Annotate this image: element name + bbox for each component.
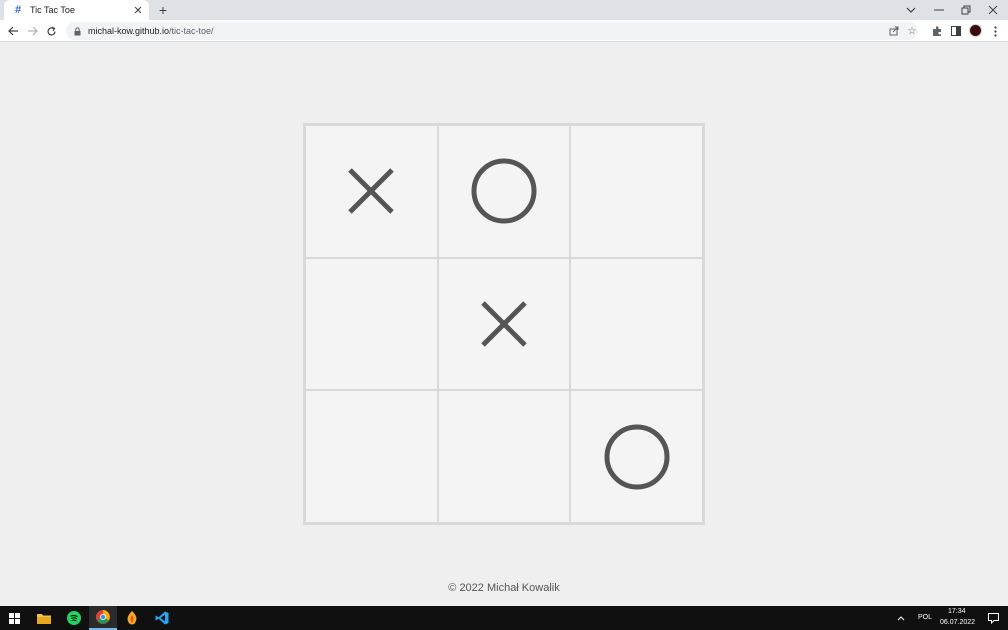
url-path: /tic-tac-toe/ <box>169 26 214 36</box>
o-mark-icon <box>471 158 537 224</box>
vscode-icon[interactable] <box>148 606 176 630</box>
url-text: michal-kow.github.io/tic-tac-toe/ <box>88 26 214 36</box>
back-arrow-icon[interactable] <box>4 22 22 40</box>
bookmark-star-icon[interactable]: ☆ <box>906 25 918 37</box>
spotify-icon[interactable] <box>60 606 88 630</box>
browser-tab[interactable]: # Tic Tac Toe ✕ <box>4 0 149 20</box>
windows-taskbar: POL 17:34 06.07.2022 <box>0 606 1008 630</box>
language-indicator[interactable]: POL <box>918 614 932 621</box>
forward-arrow-icon[interactable] <box>23 22 41 40</box>
x-mark-icon <box>348 168 395 215</box>
copyright-footer: © 2022 Michał Kowalik <box>448 582 560 594</box>
board-cell[interactable] <box>571 126 702 257</box>
fl-studio-icon[interactable] <box>118 606 146 630</box>
tray-chevron-up-icon[interactable] <box>893 606 909 630</box>
new-tab-icon[interactable]: + <box>155 2 171 18</box>
tab-close-icon[interactable]: ✕ <box>131 3 145 17</box>
board-cell[interactable] <box>306 126 437 257</box>
hash-favicon-icon: # <box>14 3 22 16</box>
tic-tac-toe-board <box>303 123 705 525</box>
board-cell[interactable] <box>438 258 570 390</box>
o-mark-icon <box>604 424 670 490</box>
windows-start-icon[interactable] <box>0 606 28 630</box>
minimize-icon[interactable] <box>925 0 953 20</box>
restore-icon[interactable] <box>952 0 980 20</box>
url-host: michal-kow.github.io <box>88 26 170 36</box>
side-panel-icon[interactable] <box>948 23 964 39</box>
file-explorer-icon[interactable] <box>30 606 58 630</box>
board-cell[interactable] <box>571 391 702 522</box>
board-cell[interactable] <box>571 258 702 390</box>
board-cell[interactable] <box>306 258 437 390</box>
profile-avatar[interactable] <box>969 24 982 37</box>
notification-center-icon[interactable] <box>979 606 1007 630</box>
board-cell[interactable] <box>438 126 570 257</box>
tab-title: Tic Tac Toe <box>30 5 75 15</box>
extensions-puzzle-icon[interactable] <box>929 23 945 39</box>
chrome-icon[interactable] <box>89 606 117 630</box>
clock-date[interactable]: 06.07.2022 <box>940 619 975 626</box>
lock-icon[interactable] <box>72 26 82 36</box>
clock-time[interactable]: 17:34 <box>948 608 966 615</box>
browser-tab-strip: # Tic Tac Toe ✕ + <box>0 0 1008 20</box>
tab-search-icon[interactable] <box>897 0 925 20</box>
address-bar[interactable]: michal-kow.github.io/tic-tac-toe/ ☆ <box>66 22 918 40</box>
browser-toolbar: michal-kow.github.io/tic-tac-toe/ ☆ <box>0 20 1008 42</box>
board-cell[interactable] <box>438 391 570 522</box>
reload-icon[interactable] <box>42 22 60 40</box>
x-mark-icon <box>481 301 527 347</box>
more-menu-icon[interactable] <box>987 23 1003 39</box>
close-window-icon[interactable] <box>979 0 1007 20</box>
share-icon[interactable] <box>888 25 900 37</box>
board-cell[interactable] <box>306 391 437 522</box>
